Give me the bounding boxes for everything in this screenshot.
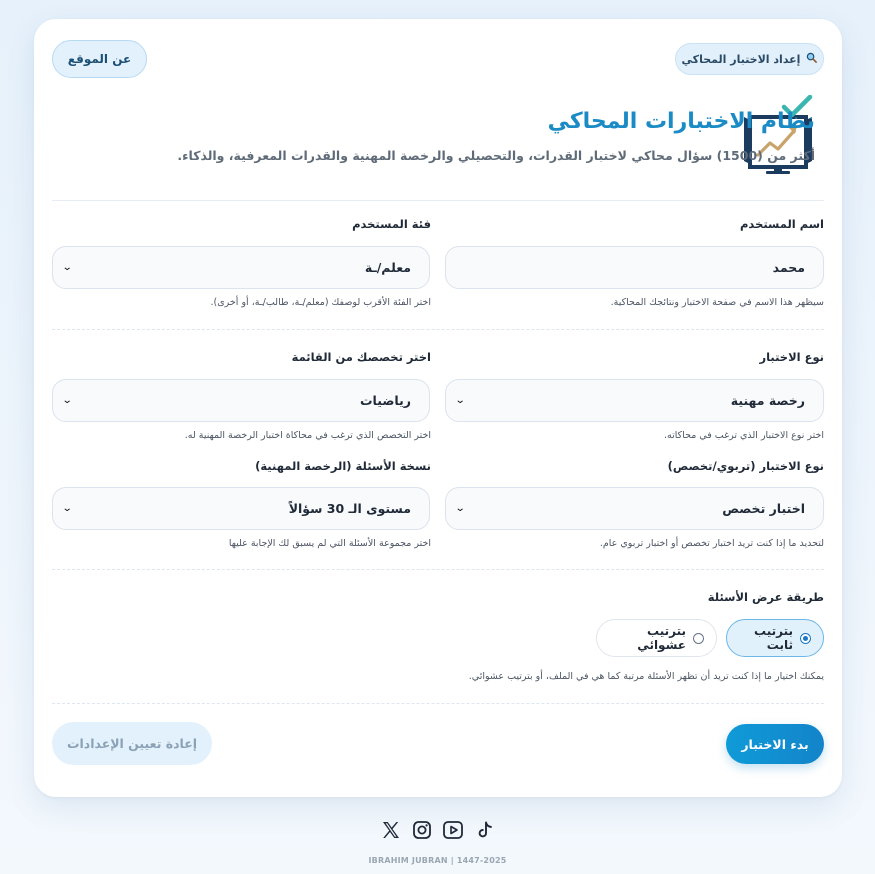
chevron-down-icon: ⌄: [61, 262, 73, 273]
radio-fixed-label: بترتيب ثابت: [754, 624, 793, 652]
chevron-down-icon: ⌄: [61, 503, 73, 514]
x-icon[interactable]: [379, 818, 403, 842]
specialty-hint: اختر التخصص الذي ترغب في محاكاة اختبار ا…: [184, 430, 431, 441]
about-button[interactable]: عن الموقع: [52, 40, 147, 78]
display-method-label: طريقة عرض الأسئلة: [707, 590, 824, 604]
divider: [52, 569, 824, 570]
username-value: محمد: [772, 260, 805, 275]
tiktok-icon[interactable]: [473, 818, 497, 842]
user-category-value: معلم/ـة: [364, 260, 411, 275]
chevron-down-icon: ⌄: [61, 395, 73, 406]
divider: [52, 703, 824, 704]
footer-credit: IBRAHIM JUBRAN | 1447-2025: [368, 856, 507, 865]
username-hint: سيظهر هذا الاسم في صفحة الاختبار ونتائجك…: [610, 297, 824, 308]
radio-fixed-order[interactable]: بترتيب ثابت: [726, 619, 824, 657]
page-subtitle: أكثر من (1500) سؤال محاكي لاختبار القدرا…: [177, 148, 815, 163]
radio-selected-icon: [800, 632, 811, 644]
user-category-select[interactable]: معلم/ـة ⌄: [52, 246, 430, 289]
question-version-label: نسخة الأسئلة (الرخصة المهنية): [255, 459, 431, 473]
test-type-select[interactable]: رخصة مهنية ⌄: [445, 379, 824, 422]
question-version-value: مستوى الـ 30 سؤالاً: [288, 501, 411, 516]
divider: [52, 329, 824, 330]
specialty-value: رياضيات: [359, 393, 411, 408]
question-version-hint: اختر مجموعة الأسئلة التي لم يسبق لك الإج…: [228, 538, 431, 549]
chevron-down-icon: ⌄: [454, 503, 466, 514]
display-method-hint: يمكنك اختيار ما إذا كنت تريد أن تظهر الأ…: [468, 671, 824, 682]
username-input[interactable]: محمد: [445, 246, 824, 289]
reset-settings-button[interactable]: إعادة تعيين الإعدادات: [52, 722, 212, 765]
user-category-label: فئة المستخدم: [352, 217, 431, 231]
setup-badge-label: إعداد الاختبار المحاكي: [681, 52, 801, 66]
test-kind-select[interactable]: اختبار تخصص ⌄: [445, 487, 824, 530]
specialty-label: اختر تخصصك من القائمة: [291, 350, 431, 364]
username-label: اسم المستخدم: [740, 217, 824, 231]
radio-unselected-icon: [693, 632, 704, 644]
settings-card: إعداد الاختبار المحاكي عن الموقع نظام ال…: [34, 19, 842, 797]
magnifier-icon: [806, 52, 818, 66]
radio-random-order[interactable]: بترتيب عشوائي: [596, 619, 717, 657]
instagram-icon[interactable]: [410, 818, 434, 842]
question-version-select[interactable]: مستوى الـ 30 سؤالاً ⌄: [52, 487, 430, 530]
user-category-hint: اختر الفئة الأقرب لوصفك (معلم/ـة، طالب/ـ…: [210, 297, 431, 308]
test-type-hint: اختر نوع الاختبار الذي ترغب في محاكاته.: [664, 430, 824, 441]
test-kind-value: اختبار تخصص: [722, 501, 805, 516]
test-type-value: رخصة مهنية: [730, 393, 805, 408]
specialty-select[interactable]: رياضيات ⌄: [52, 379, 430, 422]
youtube-icon[interactable]: [441, 818, 465, 842]
test-kind-label: نوع الاختبار (تربوي/تخصص): [667, 459, 824, 473]
start-test-button[interactable]: بدء الاختبار: [726, 724, 824, 764]
page-title: نظام الاختبارات المحاكي: [547, 109, 815, 134]
setup-badge: إعداد الاختبار المحاكي: [675, 43, 824, 75]
test-type-label: نوع الاختبار: [759, 350, 824, 364]
monitor-chart-logo-icon: [740, 94, 816, 175]
chevron-down-icon: ⌄: [454, 395, 466, 406]
radio-random-label: بترتيب عشوائي: [637, 624, 686, 652]
header-divider: [52, 200, 824, 201]
test-kind-hint: لتحديد ما إذا كنت تريد اختبار تخصص أو اخ…: [599, 538, 824, 549]
